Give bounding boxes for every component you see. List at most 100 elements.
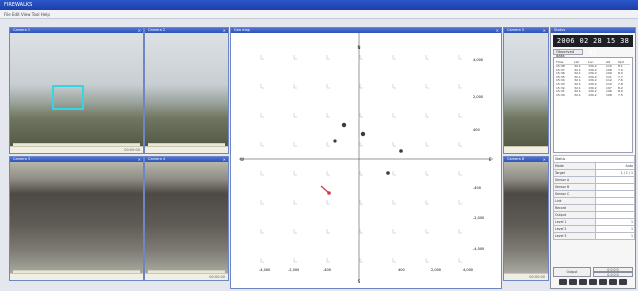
camera-view-2[interactable] xyxy=(145,33,228,146)
grid-mark xyxy=(458,55,462,60)
bottom-tick-label: -2,000 xyxy=(288,268,299,272)
info-key: Mode xyxy=(553,162,596,170)
map-point[interactable] xyxy=(333,139,337,143)
camera-view-1[interactable] xyxy=(10,33,143,146)
control-button[interactable] xyxy=(579,279,587,285)
grid-mark xyxy=(392,200,396,205)
control-button[interactable] xyxy=(619,279,627,285)
camera-footer-4: 00:00:00 xyxy=(209,275,225,279)
title-bar: FIREWALKS xyxy=(0,0,638,10)
grid-mark xyxy=(392,229,396,234)
map-panel[interactable]: Geo map ✕ N W E S 4,000 2,000 400 -400 -2,000… xyxy=(230,27,502,289)
table-cell: 130.2 xyxy=(588,92,597,97)
grid-mark xyxy=(359,200,363,205)
map-point[interactable] xyxy=(399,149,403,153)
table-cell: 32.1 xyxy=(574,92,581,97)
grid-mark xyxy=(458,84,462,89)
west-marker: W xyxy=(240,157,244,162)
grid-mark xyxy=(392,171,396,176)
grid-mark xyxy=(260,229,264,234)
map-point[interactable] xyxy=(341,122,347,128)
info-row: Record xyxy=(553,204,635,212)
map-title: Geo map xyxy=(234,28,250,32)
south-marker: S xyxy=(358,279,361,284)
camera-title-1: Camera 1 xyxy=(13,28,31,32)
right-tick-labels: 4,000 2,000 400 -400 -2,000 -4,000 xyxy=(473,58,484,251)
grid-mark xyxy=(425,84,429,89)
grid-mark xyxy=(260,113,264,118)
grid-mark xyxy=(293,200,297,205)
data-table: Time Lat Lon Alt Spd 15:38 32.1 130.2 110 8.1 15:… xyxy=(556,60,630,97)
right-tick-label: -400 xyxy=(473,186,481,190)
grid-mark xyxy=(392,84,396,89)
info-value xyxy=(595,190,635,198)
info-value xyxy=(595,183,635,191)
control-button[interactable] xyxy=(589,279,597,285)
info-header: Status xyxy=(553,155,635,163)
menu-bar[interactable]: File Edit View Tool Help xyxy=(0,10,638,19)
control-button-strip[interactable] xyxy=(559,279,627,285)
info-key: Output xyxy=(553,211,596,219)
roi-box[interactable] xyxy=(52,85,84,110)
grid-mark xyxy=(392,113,396,118)
camera-footer-6: 00:00:00 xyxy=(529,275,545,279)
table-row[interactable]: 15:30 32.1 130.2 108 7.5 xyxy=(556,92,630,98)
application-window: FIREWALKS File Edit View Tool Help Camer… xyxy=(0,0,638,291)
control-button[interactable] xyxy=(559,279,567,285)
target-marker-icon[interactable] xyxy=(320,185,331,195)
bottom-tick-labels: -4,000 -2,000 -400 400 2,000 4,000 xyxy=(259,268,473,272)
info-row: Level 31 xyxy=(553,232,635,240)
grid-mark xyxy=(293,171,297,176)
map-canvas[interactable]: N W E S 4,000 2,000 400 -400 -2,000 -4,000 -4… xyxy=(231,33,501,288)
grid-mark xyxy=(458,200,462,205)
grid-mark xyxy=(260,55,264,60)
grid-mark xyxy=(359,84,363,89)
camera-view-5[interactable] xyxy=(504,33,548,146)
window-title: FIREWALKS xyxy=(4,2,33,8)
info-value: Auto xyxy=(595,162,635,170)
camera-pane-3[interactable]: Camera 3 ✕ xyxy=(9,156,144,281)
camera-pane-1[interactable]: Camera 1 ✕ 00:00:00 xyxy=(9,27,144,154)
right-tick-label: 2,000 xyxy=(473,95,483,99)
camera-view-4[interactable] xyxy=(145,162,228,273)
grid-mark xyxy=(326,113,330,118)
grid-mark xyxy=(425,258,429,263)
status-panel: Status 2006 02 28 15 38 52 Observed data… xyxy=(550,27,636,289)
map-point[interactable] xyxy=(360,131,366,137)
output-value-2: 0 0 0 0 xyxy=(593,272,633,277)
control-button[interactable] xyxy=(599,279,607,285)
camera-pane-6[interactable]: Camera 6 ✕ 00:00:00 xyxy=(503,156,549,281)
grid-mark xyxy=(326,200,330,205)
camera-title-4: Camera 4 xyxy=(148,157,166,161)
control-button[interactable] xyxy=(609,279,617,285)
info-value: 1 xyxy=(595,225,635,233)
status-panel-title: Status xyxy=(554,28,566,32)
info-value xyxy=(595,197,635,205)
grid-mark xyxy=(392,258,396,263)
info-value xyxy=(595,176,635,184)
info-row: Output xyxy=(553,211,635,219)
camera-pane-5[interactable]: Camera 5 ✕ xyxy=(503,27,549,154)
info-value xyxy=(595,211,635,219)
info-table: Status Mode Auto Target 1 / 1 / 1 Sensor A Sen… xyxy=(553,155,635,240)
grid-mark xyxy=(392,142,396,147)
menu-text[interactable]: File Edit View Tool Help xyxy=(4,12,50,17)
right-tick-label: 400 xyxy=(473,128,480,132)
data-list[interactable]: Time Lat Lon Alt Spd 15:38 32.1 130.2 110 8.1 15:… xyxy=(553,57,633,153)
info-row: Sensor C xyxy=(553,190,635,198)
control-button[interactable] xyxy=(569,279,577,285)
output-button[interactable]: Output xyxy=(553,267,591,277)
camera-pane-2[interactable]: Camera 2 ✕ xyxy=(144,27,229,154)
grid-mark xyxy=(359,229,363,234)
grid-mark xyxy=(326,171,330,176)
camera-view-3[interactable] xyxy=(10,162,143,273)
map-point[interactable] xyxy=(386,171,390,175)
clock-display: 2006 02 28 15 38 52 xyxy=(553,35,633,57)
info-key: Level 3 xyxy=(553,232,596,240)
grid-mark xyxy=(293,142,297,147)
grid-mark xyxy=(293,113,297,118)
info-value: 1 xyxy=(595,232,635,240)
table-cell: 15:30 xyxy=(556,92,565,97)
camera-view-6[interactable] xyxy=(504,162,548,273)
camera-pane-4[interactable]: Camera 4 ✕ 00:00:00 xyxy=(144,156,229,281)
